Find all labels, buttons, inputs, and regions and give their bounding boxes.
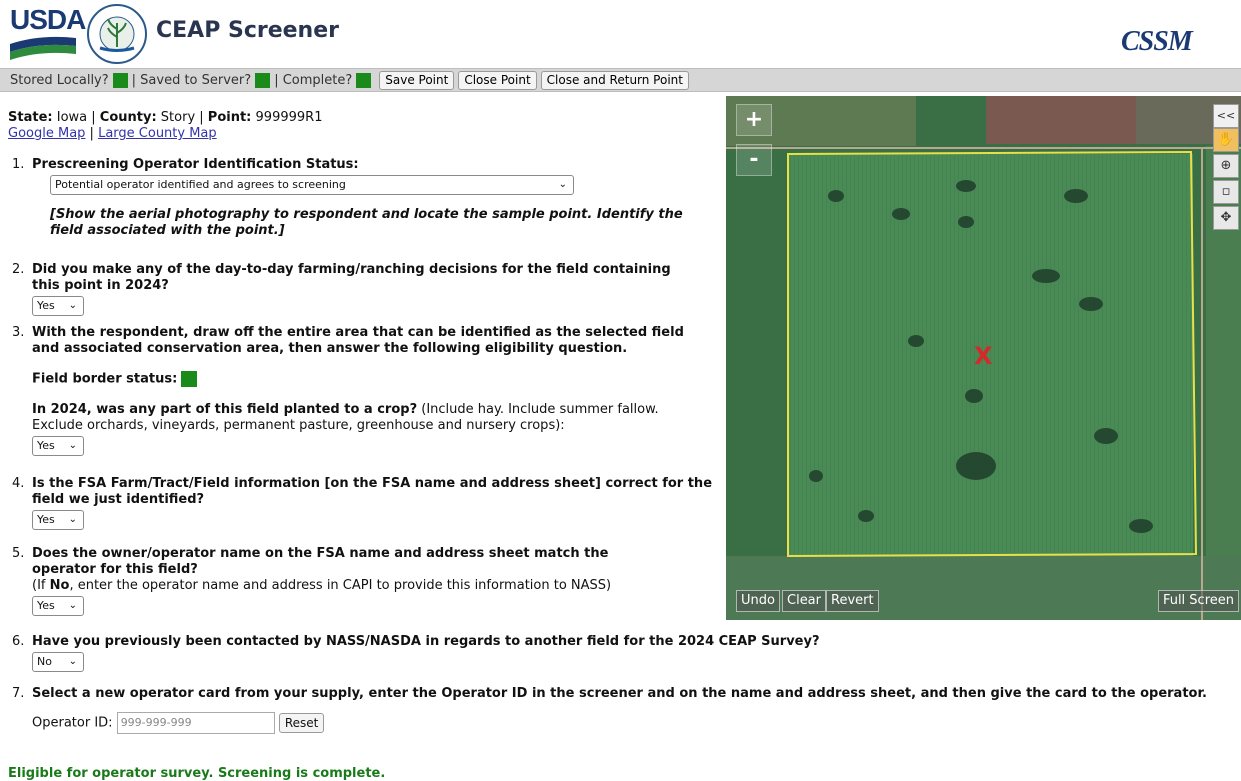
field-border-indicator [181,371,198,387]
reset-button[interactable]: Reset [278,713,325,733]
question-text: Does the owner/operator name on the FSA … [32,546,609,577]
location-line: State: Iowa | County: Story | Point: 999… [8,110,323,125]
chevron-down-icon: ⌄ [68,439,77,451]
point-value: 999999R1 [255,110,323,125]
save-point-button[interactable]: Save Point [379,70,455,90]
question-number: 5. [12,546,25,561]
saved-to-server-label: | Saved to Server? [131,72,252,88]
status-toolbar: Stored Locally? | Saved to Server? | Com… [0,68,1241,92]
question-5: 5. Does the owner/operator name on the F… [12,546,712,616]
q6-value: No [37,655,52,668]
question-2: 2. Did you make any of the day-to-day fa… [12,262,712,316]
chevron-down-icon: ⌄ [68,656,77,667]
stored-locally-indicator [112,72,128,88]
large-county-map-link[interactable]: Large County Map [98,126,217,141]
complete-label: | Complete? [274,72,353,88]
q5-value: Yes [37,599,55,612]
question-3: 3. With the respondent, draw off the ent… [12,325,712,456]
question-number: 4. [12,476,25,491]
clear-button[interactable]: Clear [782,590,826,612]
saved-to-server-indicator [255,72,271,88]
q5-note: (If No, enter the operator name and addr… [32,578,712,594]
q6-select[interactable]: No ⌄ [32,652,84,672]
q1-instruction-note: [Show the aerial photography to responde… [50,207,683,238]
question-text: Have you previously been contacted by NA… [32,634,820,649]
question-number: 1. [12,157,25,172]
location-info: State: Iowa | County: Story | Point: 999… [8,110,723,142]
full-screen-button[interactable]: Full Screen [1157,590,1239,612]
operator-status-select[interactable]: Potential operator identified and agrees… [50,175,574,195]
operator-id-input[interactable]: 999-999-999 [116,712,275,734]
chevron-down-icon: ⌄ [558,179,567,190]
question-1: 1. Prescreening Operator Identification … [12,157,712,239]
state-label: State: [8,110,53,125]
zoom-out-button[interactable]: - [736,144,772,176]
question-text: Is the FSA Farm/Tract/Field information … [32,476,713,507]
cssm-logo-text: CSSM [1121,26,1193,57]
question-number: 3. [12,325,25,340]
q2-select[interactable]: Yes ⌄ [32,296,84,316]
crop-question: In 2024, was any part of this field plan… [32,402,712,434]
question-text: Did you make any of the day-to-day farmi… [32,262,671,293]
question-4: 4. Is the FSA Farm/Tract/Field informati… [12,476,713,530]
collapse-tools-button[interactable]: << [1213,104,1239,128]
q2-value: Yes [37,299,55,312]
q5-note-bold: No [49,578,70,593]
usda-swoosh-icon [10,36,76,60]
operator-status-value: Potential operator identified and agrees… [55,178,346,191]
county-value: Story [160,110,196,125]
chevron-down-icon: ⌄ [68,300,77,311]
q4-select[interactable]: Yes ⌄ [32,510,84,530]
field-border-row: Field border status: [32,371,712,388]
agriculture-counts-seal [86,3,148,65]
county-label: County: [99,110,157,125]
question-7: 7. Select a new operator card from your … [12,686,1212,734]
move-icon[interactable]: ✥ [1213,206,1239,230]
aerial-map[interactable]: + - X << ✋ ⊕ ▫ ✥ Undo Clear Revert Full … [726,96,1241,620]
q5-note-post: , enter the operator name and address in… [69,578,612,593]
point-label: Point: [207,110,252,125]
crop-question-text: In 2024, was any part of this field plan… [32,401,418,417]
stored-locally-label: Stored Locally? [10,72,109,88]
q1-select-row: Potential operator identified and agrees… [32,175,712,195]
hand-icon[interactable]: ✋ [1213,128,1239,152]
usda-logo: USDA [10,4,86,60]
q5-note-pre: (If [32,578,50,593]
chevron-down-icon: ⌄ [68,600,77,611]
screening-status-message: Eligible for operator survey. Screening … [8,766,386,781]
question-number: 2. [12,262,25,277]
q5-select[interactable]: Yes ⌄ [32,596,84,616]
zoom-in-button[interactable]: + [736,104,772,136]
complete-indicator [356,72,372,88]
q4-value: Yes [37,513,55,526]
operator-id-label: Operator ID: [32,715,113,731]
zoom-box-icon[interactable]: ⊕ [1213,154,1239,178]
state-value: Iowa [56,110,88,125]
chevron-down-icon: ⌄ [68,514,77,525]
google-map-link[interactable]: Google Map [8,126,85,141]
sample-point-marker: X [974,342,993,370]
close-point-button[interactable]: Close Point [458,70,537,90]
field-border-label: Field border status: [32,371,178,387]
polygon-icon[interactable]: ▫ [1213,180,1239,204]
app-header: USDA CEAP Screener CSSM [0,0,1241,68]
map-links: Google Map | Large County Map [8,126,217,141]
question-number: 7. [12,686,25,701]
usda-logo-text: USDA [10,4,86,35]
question-number: 6. [12,634,25,649]
question-6: 6. Have you previously been contacted by… [12,634,1132,672]
operator-id-row: Operator ID: 999-999-999 Reset [32,712,1212,734]
revert-button[interactable]: Revert [826,590,879,612]
cssm-logo: CSSM [1121,26,1231,66]
undo-button[interactable]: Undo [736,590,780,612]
q3-crop-select[interactable]: Yes ⌄ [32,435,84,456]
app-title: CEAP Screener [156,18,339,43]
q3-value: Yes [37,438,55,452]
question-text: Select a new operator card from your sup… [32,686,1207,701]
close-and-return-point-button[interactable]: Close and Return Point [540,70,689,90]
question-text: With the respondent, draw off the entire… [32,325,684,356]
question-text: Prescreening Operator Identification Sta… [32,157,359,172]
